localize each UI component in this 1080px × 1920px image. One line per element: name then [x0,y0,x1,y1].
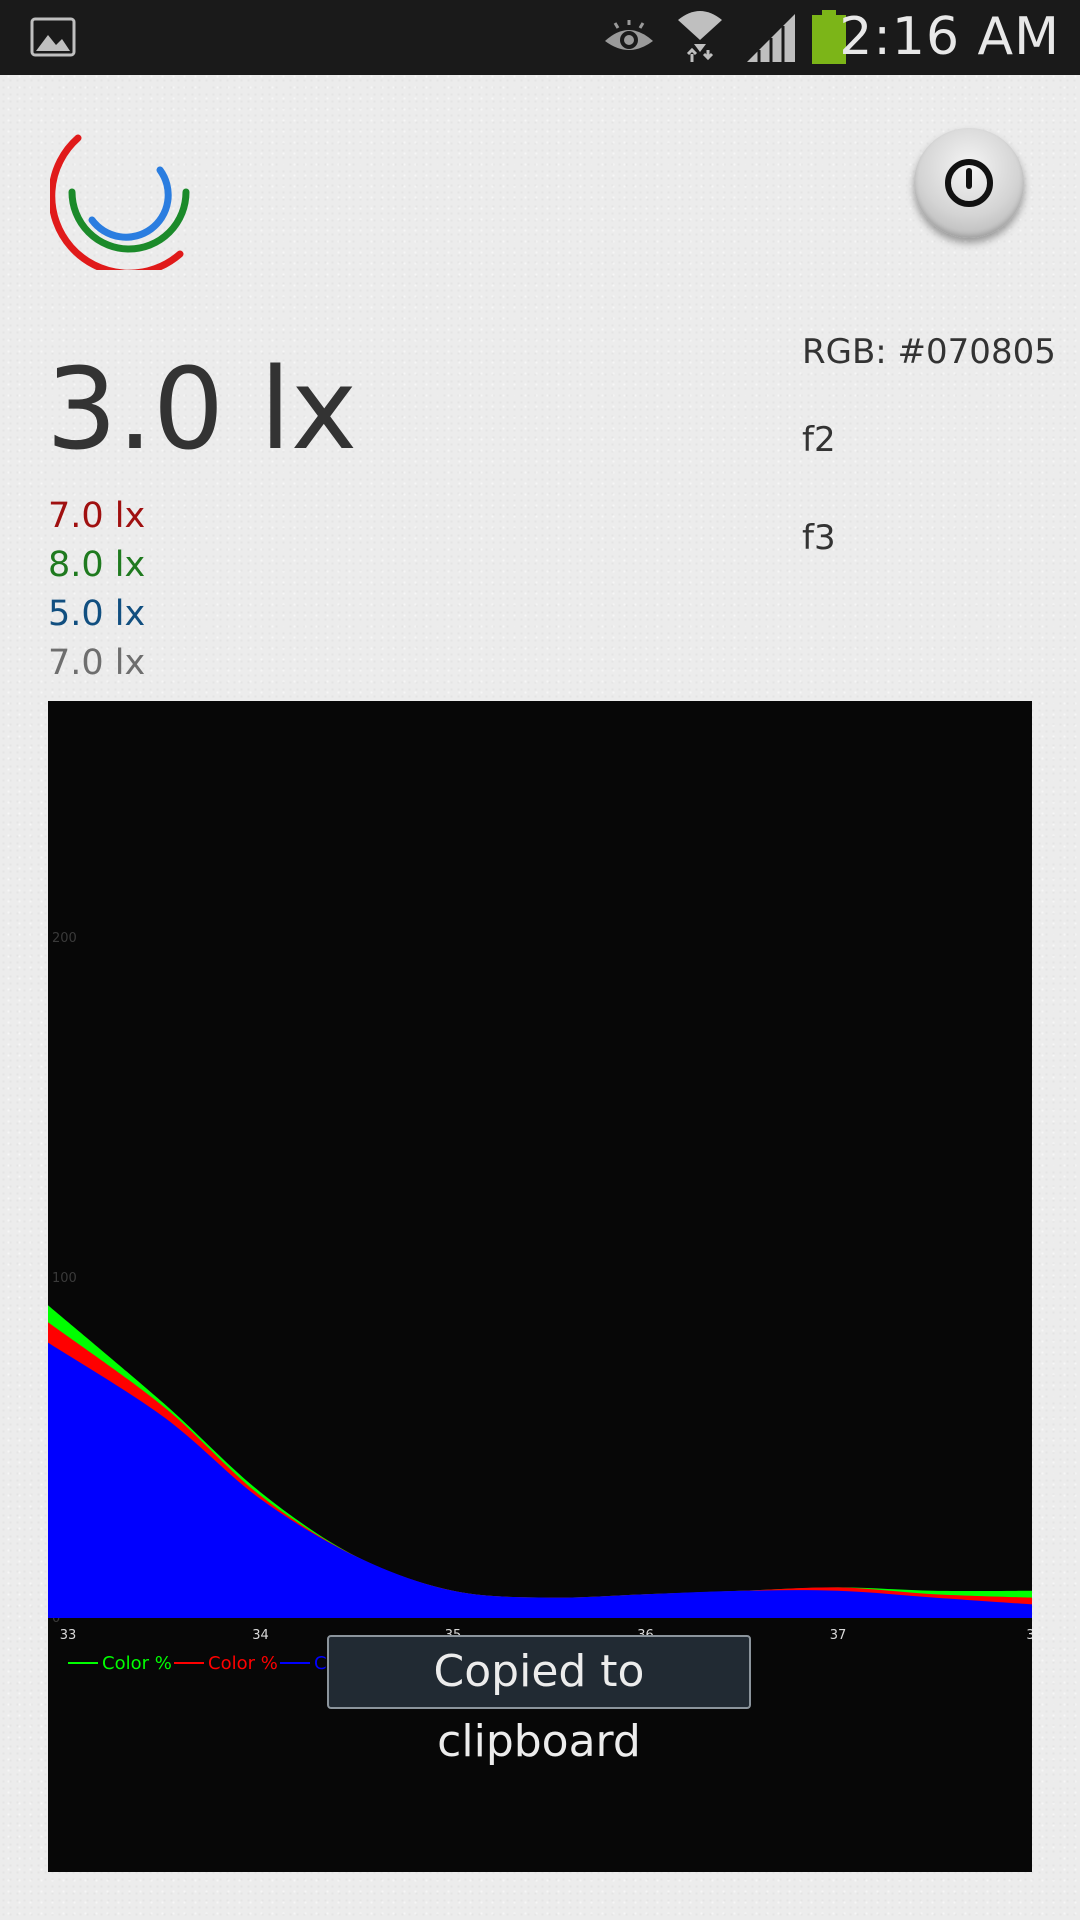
f3-label: f3 [802,518,836,558]
white-lux-reading: 7.0 lx [48,643,146,683]
blue-lux-reading: 5.0 lx [48,594,146,634]
rgb-hex-value: RGB: #070805 [802,332,1056,372]
gallery-icon [30,17,76,57]
eye-icon [605,20,653,50]
power-icon [945,159,993,207]
series-area-3 [48,1342,1032,1618]
x-tick-label: 37 [830,1628,847,1643]
y-tick-label: 100 [52,1271,77,1286]
power-button[interactable] [914,128,1024,238]
green-lux-reading: 8.0 lx [48,545,146,585]
x-tick-label: 33 [60,1628,77,1643]
x-tick-label: 34 [252,1628,269,1643]
legend-label-1: Color % [102,1653,172,1674]
main-lux-reading: 3.0 lx [46,345,358,475]
rgb-arcs-logo [50,134,190,270]
red-lux-reading: 7.0 lx [48,496,146,536]
signal-icon [747,14,795,62]
status-clock: 2:16 AM [839,7,1060,67]
status-bar: 2:16 AM [0,0,1080,75]
legend-label-2: Color % [208,1653,278,1674]
y-tick-label: 200 [52,931,77,946]
f2-label: f2 [802,420,836,460]
wifi-icon [678,11,722,62]
x-tick-label: 3 [1026,1628,1032,1643]
copied-toast: Copied to clipboard [327,1635,751,1767]
